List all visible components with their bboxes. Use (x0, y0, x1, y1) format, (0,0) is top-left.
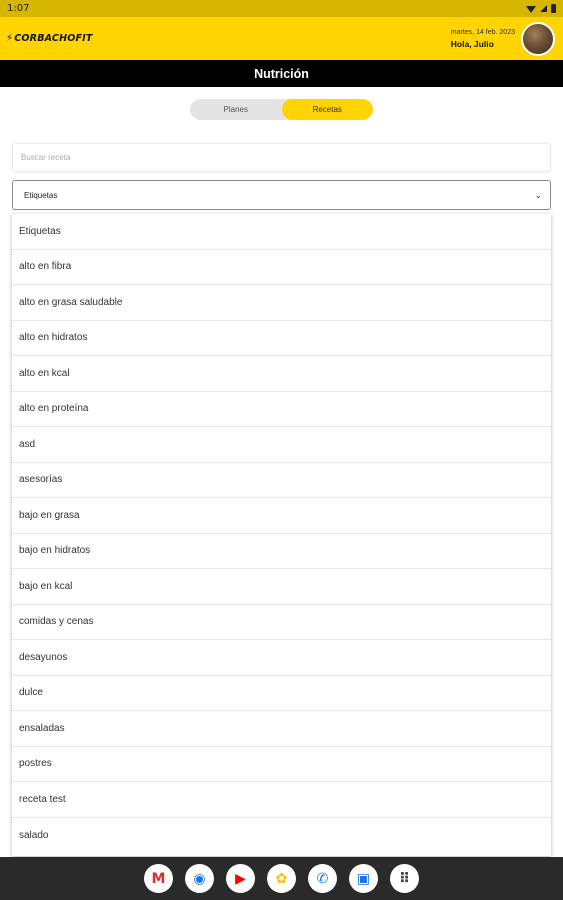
dropdown-option[interactable]: bajo en kcal (12, 569, 551, 605)
phone-icon-glyph: ✆ (316, 870, 329, 887)
recipe-search-input[interactable] (13, 144, 550, 171)
tag-dropdown-list: Etiquetas alto en fibra alto en grasa salu… (12, 214, 551, 856)
app-header: ⚡ CORBACHOFIT martes, 14 feb. 2023 Hola,… (0, 17, 563, 60)
greeting-block: martes, 14 feb. 2023 Hola, Julio (451, 29, 515, 49)
title-bar: Nutrición (0, 60, 563, 87)
photos-icon[interactable]: ✿ (267, 864, 296, 893)
battery-icon (551, 4, 556, 13)
dropdown-option[interactable]: alto en grasa saludable (12, 285, 551, 321)
chrome-icon[interactable]: ◉ (185, 864, 214, 893)
tab-recetas[interactable]: Recetas (281, 99, 373, 120)
app-drawer-icon[interactable]: ⠿ (390, 864, 419, 893)
current-date: martes, 14 feb. 2023 (450, 28, 515, 36)
dropdown-option[interactable]: postres (12, 747, 551, 782)
wifi-icon (526, 6, 536, 13)
dropdown-option[interactable]: asd (12, 427, 551, 463)
youtube-icon[interactable]: ▶ (226, 864, 255, 893)
tab-planes[interactable]: Planes (190, 99, 282, 120)
dropdown-option[interactable]: Etiquetas (12, 214, 551, 250)
tag-select-value: Etiquetas (24, 190, 58, 200)
user-avatar[interactable] (521, 21, 555, 56)
gmail-icon[interactable]: M (144, 864, 173, 893)
dropdown-option[interactable]: bajo en hidratos (12, 534, 551, 569)
greeting-text: Hola, Julio (450, 38, 494, 49)
chrome-icon-glyph: ◉ (193, 870, 206, 887)
dropdown-option[interactable]: alto en kcal (12, 356, 551, 392)
dropdown-option[interactable]: bajo en grasa (12, 498, 551, 534)
app-drawer-icon-glyph: ⠿ (399, 870, 410, 887)
status-time: 1:07 (7, 3, 30, 14)
messages-icon[interactable]: ▣ (349, 864, 378, 893)
bolt-icon: ⚡ (6, 33, 14, 44)
tag-select[interactable]: Etiquetas ⌄ (12, 180, 551, 210)
recipe-search (12, 143, 551, 172)
status-bar: 1:07 (0, 0, 563, 17)
photos-icon-glyph: ✿ (275, 870, 288, 887)
section-tabs: Planes Recetas (190, 99, 373, 120)
dropdown-option[interactable]: ensaladas (12, 711, 551, 747)
dropdown-option[interactable]: receta test (12, 782, 551, 818)
dropdown-option[interactable]: alto en fibra (12, 250, 551, 285)
youtube-icon-glyph: ▶ (235, 870, 246, 887)
phone-icon[interactable]: ✆ (308, 864, 337, 893)
dropdown-option[interactable]: comidas y cenas (12, 605, 551, 640)
header-user-area: martes, 14 feb. 2023 Hola, Julio (451, 21, 557, 56)
brand-logo: ⚡ CORBACHOFIT (6, 33, 93, 44)
logo-text: CORBACHOFIT (14, 33, 93, 44)
dropdown-option[interactable]: desayunos (12, 640, 551, 676)
gmail-icon-glyph: M (151, 870, 166, 887)
dropdown-option[interactable]: salado (12, 818, 551, 854)
status-icons (526, 4, 556, 13)
signal-icon (540, 5, 547, 12)
dropdown-option[interactable]: asesorías (12, 463, 551, 498)
messages-icon-glyph: ▣ (356, 870, 371, 887)
dropdown-option[interactable]: alto en hidratos (12, 321, 551, 356)
dropdown-option[interactable]: dulce (12, 676, 551, 711)
dropdown-option[interactable]: alto en proteína (12, 392, 551, 427)
chevron-down-icon: ⌄ (534, 189, 542, 200)
page-title: Nutrición (254, 66, 309, 81)
app-dock: M ◉ ▶ ✿ ✆ ▣ ⠿ (0, 857, 563, 900)
